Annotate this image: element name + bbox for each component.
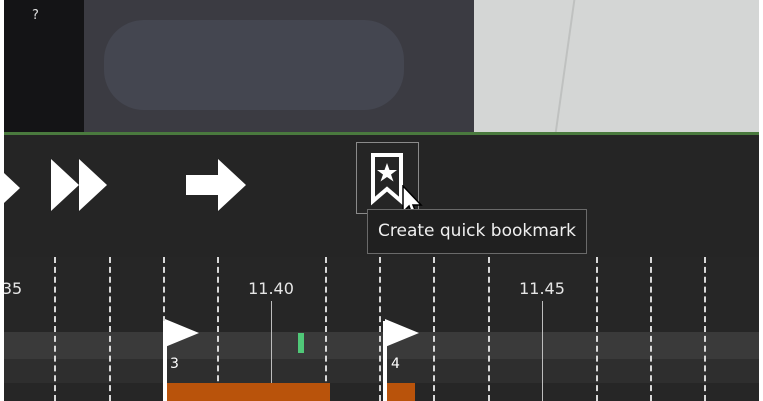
timeline[interactable]: 35 11.40 11.45 3 4 [4, 257, 759, 401]
fast-forward-icon [51, 159, 107, 211]
timeline-gridline [379, 257, 381, 401]
timeline-track [4, 332, 759, 359]
next-frame-button[interactable] [186, 159, 248, 211]
timeline-gridline [433, 257, 435, 401]
timeline-gridline [217, 257, 219, 401]
timeline-track-lower [4, 359, 759, 383]
play-button[interactable] [4, 169, 20, 207]
timeline-gridline [109, 257, 111, 401]
play-icon [4, 173, 20, 203]
timeline-gridline [488, 257, 490, 401]
timeline-gridline [704, 257, 706, 401]
create-quick-bookmark-button[interactable] [356, 142, 423, 219]
timeline-gridline [650, 257, 652, 401]
timeline-gridline [596, 257, 598, 401]
timeline-tick-label: 11.45 [519, 279, 565, 298]
bookmark-tooltip: Create quick bookmark [367, 209, 588, 254]
video-wall [474, 0, 759, 133]
recording-segment[interactable] [164, 383, 330, 401]
bookmark-flag-icon[interactable] [165, 319, 201, 349]
timeline-gridline [54, 257, 56, 401]
timeline-tick-label: 11.40 [248, 279, 294, 298]
video-chair-seat [104, 20, 404, 110]
bookmark-label: 3 [170, 356, 179, 372]
bookmark-flag-icon[interactable] [385, 319, 421, 349]
next-arrow-icon [186, 159, 246, 211]
bookmark-label: 4 [391, 356, 400, 372]
timeline-tick-label: 35 [4, 279, 23, 298]
motion-marker[interactable] [298, 333, 304, 353]
video-overlay-text: ? [32, 8, 39, 23]
timeline-major-tick [542, 301, 543, 401]
fast-forward-button[interactable] [51, 159, 111, 211]
timeline-gridline [325, 257, 327, 401]
camera-video-view: ? [4, 0, 759, 133]
playback-controls: Create quick bookmark [4, 135, 759, 257]
recording-segment[interactable] [385, 383, 415, 401]
